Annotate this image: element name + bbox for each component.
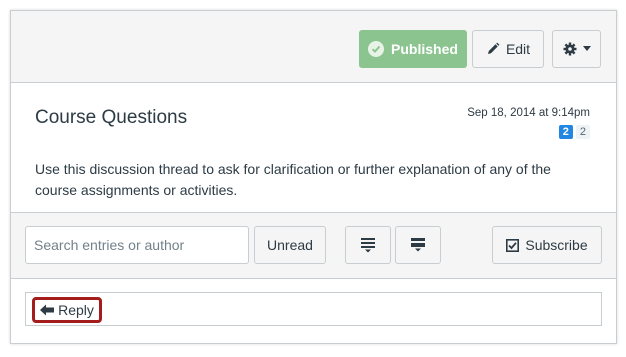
check-circle-icon (368, 41, 385, 57)
edit-label: Edit (505, 41, 531, 57)
checkbox-icon (506, 238, 520, 252)
edit-button[interactable]: Edit (472, 30, 544, 68)
collapse-replies-icon (360, 237, 376, 253)
topic-title: Course Questions (35, 107, 188, 128)
entry-counts: 2 2 (558, 125, 590, 139)
total-count-badge: 2 (575, 125, 590, 139)
discussion-toolbar: Unread Subscribe (11, 213, 616, 279)
search-input[interactable] (25, 226, 249, 264)
unread-filter-button[interactable]: Unread (254, 226, 326, 264)
subscribe-label: Subscribe (525, 237, 588, 253)
collapse-replies-button[interactable] (345, 226, 391, 264)
topic-date: Sep 18, 2014 at 9:14pm (467, 107, 590, 119)
unread-count-badge: 2 (558, 125, 573, 139)
discussion-topic: Course Questions Sep 18, 2014 at 9:14pm … (11, 83, 616, 213)
unread-label: Unread (267, 237, 313, 253)
reply-box: Reply (25, 292, 602, 326)
subscribe-button[interactable]: Subscribe (492, 226, 602, 264)
arrow-left-icon (40, 304, 55, 316)
reply-button[interactable]: Reply (32, 297, 102, 323)
reply-label: Reply (58, 302, 94, 318)
published-button[interactable]: Published (359, 30, 467, 68)
reply-area: Reply (11, 279, 616, 343)
discussion-panel: Published Edit Course Questions Sep 18, … (10, 10, 617, 344)
pencil-icon (486, 42, 500, 56)
expand-replies-button[interactable] (395, 226, 441, 264)
topic-body: Use this discussion thread to ask for cl… (35, 161, 551, 198)
settings-menu-button[interactable] (552, 30, 601, 68)
expand-replies-icon (410, 237, 426, 253)
caret-down-icon (582, 46, 591, 52)
published-label: Published (391, 41, 458, 57)
discussion-header-bar: Published Edit (11, 11, 616, 83)
gear-icon (563, 42, 577, 56)
